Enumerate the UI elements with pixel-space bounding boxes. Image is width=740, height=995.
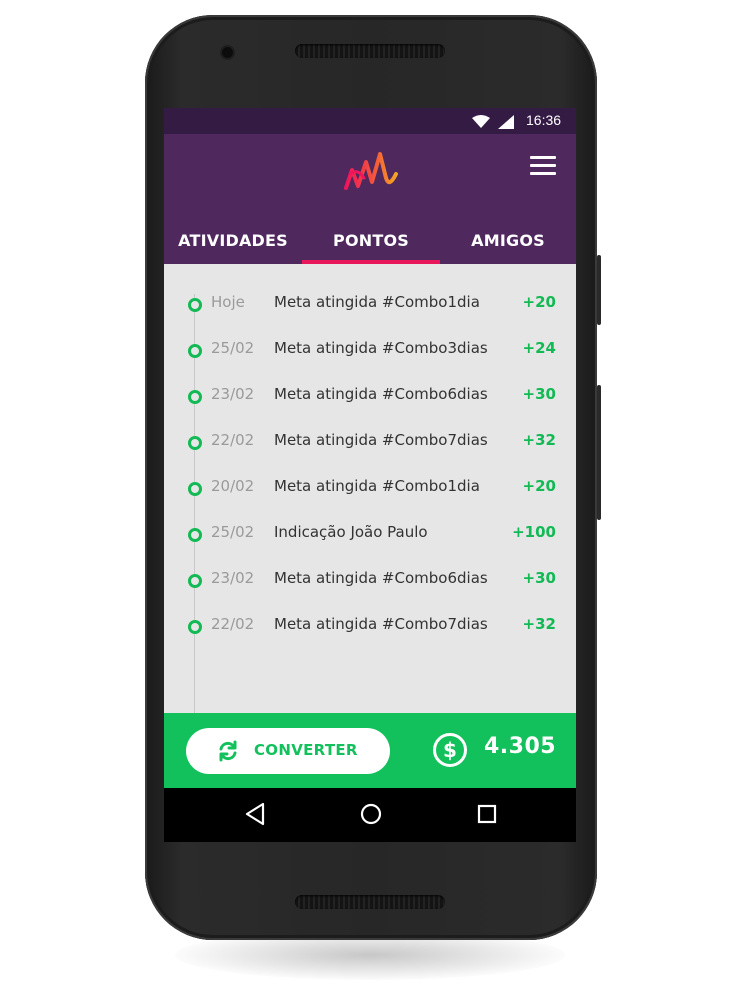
entry-date: 23/02: [211, 385, 255, 403]
list-item[interactable]: 22/02 Meta atingida #Combo7dias +32: [164, 604, 576, 650]
entry-date: 22/02: [211, 615, 255, 633]
entry-date: 23/02: [211, 569, 255, 587]
balance-bar: CONVERTER $ 4.305: [164, 713, 576, 788]
entry-date: Hoje: [211, 293, 245, 311]
timeline-dot: [188, 620, 202, 634]
tab-atividades[interactable]: ATIVIDADES: [164, 216, 302, 264]
entry-description: Meta atingida #Combo3dias: [274, 339, 488, 357]
tab-bar: ATIVIDADES PONTOS AMIGOS: [164, 216, 576, 264]
timeline-dot: [188, 482, 202, 496]
entry-description: Meta atingida #Combo6dias: [274, 569, 488, 587]
home-icon[interactable]: [360, 802, 382, 826]
entry-date: 25/02: [211, 339, 255, 357]
tab-pontos[interactable]: PONTOS: [302, 216, 440, 264]
entry-description: Indicação João Paulo: [274, 523, 428, 541]
back-icon[interactable]: [244, 802, 266, 826]
status-bar: 16:36: [164, 108, 576, 134]
timeline-dot: [188, 298, 202, 312]
entry-description: Meta atingida #Combo7dias: [274, 431, 488, 449]
entry-points: +20: [522, 477, 556, 495]
volume-button: [597, 385, 601, 520]
timeline-dot: [188, 390, 202, 404]
entry-points: +32: [522, 615, 556, 633]
hamburger-menu-icon[interactable]: [530, 156, 556, 178]
recents-icon[interactable]: [476, 802, 498, 826]
list-item[interactable]: Hoje Meta atingida #Combo1dia +20: [164, 282, 576, 328]
entry-points: +30: [522, 569, 556, 587]
list-item[interactable]: 25/02 Meta atingida #Combo3dias +24: [164, 328, 576, 374]
entry-date: 20/02: [211, 477, 255, 495]
entry-description: Meta atingida #Combo1dia: [274, 293, 480, 311]
bottom-speaker: [295, 895, 445, 909]
timeline-dot: [188, 436, 202, 450]
list-item[interactable]: 22/02 Meta atingida #Combo7dias +32: [164, 420, 576, 466]
app-bar: ATIVIDADES PONTOS AMIGOS: [164, 134, 576, 264]
front-camera: [222, 47, 233, 58]
android-nav-bar: [164, 788, 576, 842]
app-logo: [344, 152, 398, 190]
entry-date: 22/02: [211, 431, 255, 449]
status-time: 16:36: [526, 112, 562, 128]
entry-points: +24: [522, 339, 556, 357]
list-item[interactable]: 23/02 Meta atingida #Combo6dias +30: [164, 558, 576, 604]
entry-points: +100: [512, 523, 556, 541]
svg-text:$: $: [443, 738, 457, 762]
entry-points: +20: [522, 293, 556, 311]
wifi-icon: [472, 115, 490, 128]
timeline-dot: [188, 528, 202, 542]
list-item[interactable]: 23/02 Meta atingida #Combo6dias +30: [164, 374, 576, 420]
power-button: [597, 255, 601, 325]
entry-points: +32: [522, 431, 556, 449]
refresh-icon: [219, 740, 237, 762]
list-item[interactable]: 25/02 Indicação João Paulo +100: [164, 512, 576, 558]
phone-screen: 16:36 ATIVIDADES PONTOS AMIGOS Hoje Meta…: [164, 108, 576, 842]
convert-button[interactable]: CONVERTER: [186, 728, 390, 774]
entry-description: Meta atingida #Combo7dias: [274, 615, 488, 633]
entry-date: 25/02: [211, 523, 255, 541]
signal-icon: [498, 115, 514, 129]
entry-description: Meta atingida #Combo6dias: [274, 385, 488, 403]
entry-description: Meta atingida #Combo1dia: [274, 477, 480, 495]
earpiece-speaker: [295, 44, 445, 58]
active-tab-indicator: [302, 260, 440, 264]
tab-amigos[interactable]: AMIGOS: [440, 216, 576, 264]
timeline-dot: [188, 344, 202, 358]
convert-button-label: CONVERTER: [254, 741, 358, 759]
dollar-coin-icon: $: [433, 733, 467, 767]
points-balance: 4.305: [484, 734, 557, 759]
entry-points: +30: [522, 385, 556, 403]
list-item[interactable]: 20/02 Meta atingida #Combo1dia +20: [164, 466, 576, 512]
timeline-dot: [188, 574, 202, 588]
